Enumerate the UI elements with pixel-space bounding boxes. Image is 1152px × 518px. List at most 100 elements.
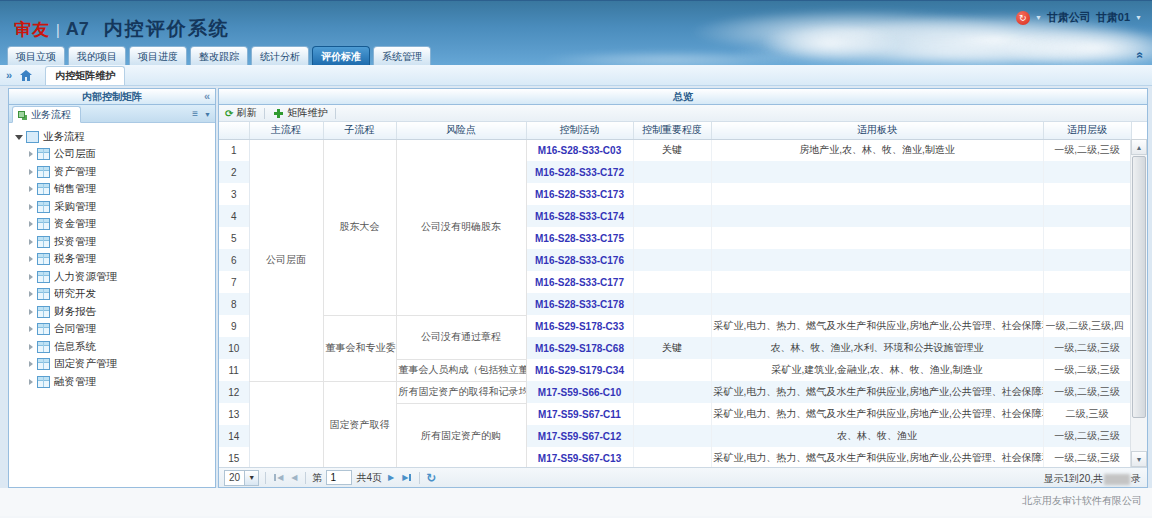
tree-expander-icon[interactable] — [15, 135, 23, 140]
tree-expander-icon[interactable] — [29, 309, 33, 315]
row-number-cell: 8 — [219, 293, 249, 315]
control-activity-link[interactable]: M16-S28-S33-C174 — [526, 205, 633, 227]
column-header[interactable] — [219, 122, 249, 139]
tree-node[interactable]: 资产管理 — [27, 163, 215, 181]
tree-expander-icon[interactable] — [29, 239, 33, 245]
control-activity-link[interactable]: M17-S59-S66-C10 — [526, 381, 633, 403]
tree-expander-icon[interactable] — [29, 344, 33, 350]
table-row[interactable]: 12固定资产取得所有固定资产的取得和记录均M17-S59-S66-C10采矿业,… — [219, 381, 1131, 403]
tree-node[interactable]: 信息系统 — [27, 338, 215, 356]
tree-node[interactable]: 销售管理 — [27, 181, 215, 199]
tree-expander-icon[interactable] — [29, 361, 33, 367]
home-icon[interactable] — [20, 70, 32, 81]
prev-page-button[interactable]: ◀ — [289, 473, 299, 482]
vertical-scrollbar[interactable]: ▲ ▼ — [1130, 139, 1147, 467]
tree-node[interactable]: 财务报告 — [27, 303, 215, 321]
notification-icon[interactable]: ↻ — [1016, 11, 1030, 25]
tree-node[interactable]: 资金管理 — [27, 216, 215, 234]
chevron-double-icon[interactable]: » — [6, 69, 12, 81]
control-activity-link[interactable]: M16-S28-S33-C03 — [526, 139, 633, 161]
column-header[interactable]: 适用层级 — [1043, 122, 1131, 139]
control-activity-link[interactable]: M16-S28-S33-C176 — [526, 249, 633, 271]
tree-expander-icon[interactable] — [29, 379, 33, 385]
tree-node[interactable]: 融资管理 — [27, 373, 215, 391]
tree-expander-icon[interactable] — [29, 204, 33, 210]
sub-process-cell: 董事会和专业委员 — [323, 315, 396, 381]
row-number-cell: 9 — [219, 315, 249, 337]
nav-tab[interactable]: 我的项目 — [68, 46, 126, 65]
tree-node[interactable]: 合同管理 — [27, 321, 215, 339]
tree-expander-icon[interactable] — [29, 169, 33, 175]
tree-expander-icon[interactable] — [29, 274, 33, 280]
tree-expander-icon[interactable] — [29, 326, 33, 332]
caret-down-icon[interactable]: ▼ — [1135, 14, 1142, 21]
control-activity-link[interactable]: M16-S28-S33-C172 — [526, 161, 633, 183]
matrix-icon — [37, 183, 50, 195]
table-row[interactable]: 1公司层面股东大会公司没有明确股东M16-S28-S33-C03关键房地产业,农… — [219, 139, 1131, 161]
tree-expander-icon[interactable] — [29, 221, 33, 227]
control-activity-link[interactable]: M17-S59-S67-C13 — [526, 447, 633, 467]
menu-icon[interactable]: ≡ — [192, 108, 198, 120]
censored-count — [1104, 474, 1130, 485]
table-row[interactable]: 9董事会和专业委员公司没有通过章程M16-S29-S178-C33采矿业,电力、… — [219, 315, 1131, 337]
matrix-maintain-button[interactable]: 矩阵维护 — [270, 106, 330, 120]
record-info: 显示1到20,共 录 — [1044, 472, 1141, 486]
tree-node[interactable]: 研究开发 — [27, 286, 215, 304]
tree-node[interactable]: 固定资产管理 — [27, 356, 215, 374]
collapse-header-icon[interactable]: « — [1134, 52, 1148, 59]
page-size-select[interactable]: 20 ▼ — [224, 470, 259, 486]
breadcrumb-current-tab[interactable]: 内控矩阵维护 — [45, 66, 125, 85]
tree-node[interactable]: 公司层面 — [27, 146, 215, 164]
grid-toolbar: ⟳ 刷新 矩阵维护 — [219, 105, 1147, 122]
scroll-down-icon[interactable]: ▼ — [1131, 451, 1147, 467]
last-page-button[interactable]: ▶ — [400, 473, 413, 482]
tree-node[interactable]: 人力资源管理 — [27, 268, 215, 286]
next-page-button[interactable]: ▶ — [386, 473, 396, 482]
column-header[interactable]: 子流程 — [323, 122, 396, 139]
control-activity-link[interactable]: M16-S29-S178-C68 — [526, 337, 633, 359]
control-activity-link[interactable]: M16-S28-S33-C178 — [526, 293, 633, 315]
main-area: 内部控制矩阵 « 业务流程 ≡ ▼ 业务流程公司层面资产管理销售管理采购管理资金… — [0, 86, 1152, 488]
tree-node[interactable]: 投资管理 — [27, 233, 215, 251]
tree-expander-icon[interactable] — [29, 256, 33, 262]
control-activity-link[interactable]: M16-S29-S178-C33 — [526, 315, 633, 337]
caret-down-icon[interactable]: ▼ — [1035, 14, 1042, 21]
caret-down-icon[interactable]: ▼ — [204, 111, 211, 118]
nav-tab[interactable]: 评价标准 — [312, 46, 370, 65]
tree-node[interactable]: 业务流程 — [14, 128, 215, 146]
level-cell — [1043, 271, 1131, 293]
column-header[interactable]: 主流程 — [249, 122, 323, 139]
control-activity-link[interactable]: M17-S59-S67-C11 — [526, 403, 633, 425]
sector-cell — [711, 161, 1043, 183]
nav-tab[interactable]: 系统管理 — [373, 46, 431, 65]
select-dropdown-icon[interactable]: ▼ — [244, 471, 258, 485]
tree-expander-icon[interactable] — [29, 151, 33, 157]
collapse-panel-icon[interactable]: « — [204, 89, 210, 104]
scroll-up-icon[interactable]: ▲ — [1131, 139, 1147, 155]
column-header[interactable]: 适用板块 — [711, 122, 1043, 139]
nav-tab[interactable]: 项目进度 — [129, 46, 187, 65]
column-header[interactable]: 控制活动 — [526, 122, 633, 139]
scrollbar-thumb[interactable] — [1132, 156, 1146, 418]
level-cell — [1043, 161, 1131, 183]
tree-expander-icon[interactable] — [29, 186, 33, 192]
refresh-button[interactable]: ⟳ 刷新 — [222, 106, 259, 120]
tree-node[interactable]: 采购管理 — [27, 198, 215, 216]
page-number-input[interactable]: 1 — [326, 470, 352, 485]
control-activity-link[interactable]: M17-S59-S67-C12 — [526, 425, 633, 447]
column-header[interactable]: 风险点 — [396, 122, 526, 139]
control-activity-link[interactable]: M16-S29-S179-C34 — [526, 359, 633, 381]
reload-grid-icon[interactable]: ↻ — [426, 471, 436, 485]
control-activity-link[interactable]: M16-S28-S33-C173 — [526, 183, 633, 205]
first-page-button[interactable]: ◀ — [272, 473, 285, 482]
control-activity-link[interactable]: M16-S28-S33-C177 — [526, 271, 633, 293]
nav-tab[interactable]: 整改跟踪 — [190, 46, 248, 65]
nav-tab[interactable]: 统计分析 — [251, 46, 309, 65]
tree-expander-icon[interactable] — [29, 291, 33, 297]
control-activity-link[interactable]: M16-S28-S33-C175 — [526, 227, 633, 249]
matrix-icon — [37, 201, 50, 213]
sidebar-tab-business-process[interactable]: 业务流程 — [12, 106, 81, 123]
column-header[interactable]: 控制重要程度 — [633, 122, 711, 139]
nav-tab[interactable]: 项目立项 — [7, 46, 65, 65]
tree-node[interactable]: 税务管理 — [27, 251, 215, 269]
